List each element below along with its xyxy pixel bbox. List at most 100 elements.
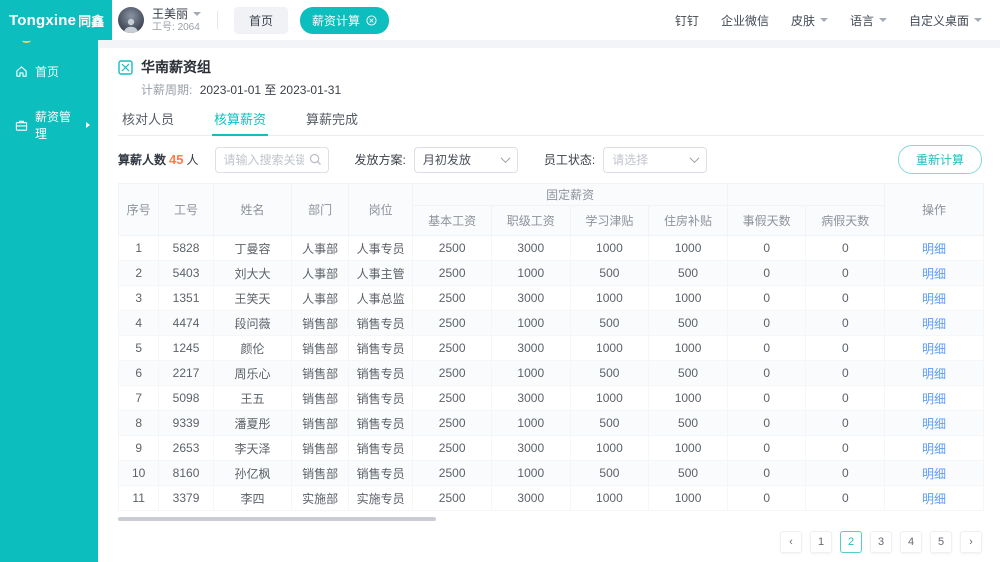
detail-link[interactable]: 明细 [922,267,946,281]
plan-select-value: 月初发放 [423,151,471,168]
chevron-down-icon [193,12,201,16]
tab-算薪完成[interactable]: 算薪完成 [304,104,360,135]
plan-select[interactable]: 月初发放 [414,147,518,173]
search-icon[interactable] [309,153,322,166]
col-header: 病假天数 [806,206,885,236]
close-circle-icon[interactable] [366,15,377,26]
page-header: 华南薪资组 [118,58,984,76]
table-cell: 人事主管 [348,261,413,286]
pagination: ‹ 12345 › [118,531,984,553]
horizontal-scrollbar[interactable] [118,517,984,521]
brand-logo: Tongxine 同鑫 [0,0,112,40]
table-row: 15828丁曼容人事部人事专员250030001000100000明细 [119,236,984,261]
table-cell: 2500 [413,236,492,261]
table-cell: 实施专员 [348,486,413,511]
table-cell: 1000 [570,236,649,261]
tab-核算薪资[interactable]: 核算薪资 [212,104,268,135]
sidebar-item-label: 首页 [35,63,59,80]
col-header: 职级工资 [491,206,570,236]
scrollbar-thumb[interactable] [118,517,436,521]
table-cell: 颜伦 [213,336,292,361]
pagination-page-3[interactable]: 3 [870,531,892,553]
table-row: 25403刘大大人事部人事主管2500100050050000明细 [119,261,984,286]
topbar: 王美丽 工号: 2064 首页 薪资计算 钉钉 企业微信 皮肤 语言 自定义桌面 [112,0,1000,40]
detail-link[interactable]: 明细 [922,292,946,306]
tab-核对人员[interactable]: 核对人员 [120,104,176,135]
table-cell: 500 [570,361,649,386]
table-cell: 2653 [159,436,213,461]
table-cell: 1351 [159,286,213,311]
table-cell: 4474 [159,311,213,336]
table-cell: 1000 [570,486,649,511]
table-cell: 0 [806,261,885,286]
detail-link[interactable]: 明细 [922,492,946,506]
table-row: 113379李四实施部实施专员250030001000100000明细 [119,486,984,511]
table-cell: 8 [119,411,159,436]
recalculate-button[interactable]: 重新计算 [898,145,982,174]
brand-smile-icon [22,38,31,43]
detail-link[interactable]: 明细 [922,242,946,256]
pagination-page-4[interactable]: 4 [900,531,922,553]
pagination-page-1[interactable]: 1 [810,531,832,553]
sidebar: 首页薪资管理 [0,0,98,562]
col-header: 学习津贴 [570,206,649,236]
sidebar-item-home[interactable]: 首页 [0,54,98,89]
status-select[interactable]: 请选择 [603,147,707,173]
col-header: 操作 [885,184,984,236]
table-cell: 销售部 [292,361,348,386]
table-cell: 2500 [413,386,492,411]
topbar-link-label: 企业微信 [721,12,769,29]
table-cell: 0 [727,311,806,336]
table-cell: 3000 [491,486,570,511]
table-row: 31351王笑天人事部人事总监250030001000100000明细 [119,286,984,311]
col-header: 姓名 [213,184,292,236]
table-cell-action: 明细 [885,411,984,436]
table-cell: 1000 [570,386,649,411]
home-icon [15,65,28,78]
table-cell-action: 明细 [885,386,984,411]
topbar-link[interactable]: 自定义桌面 [909,12,982,29]
pagination-page-5[interactable]: 5 [930,531,952,553]
pagination-page-2[interactable]: 2 [840,531,862,553]
table-cell: 500 [570,311,649,336]
table-cell: 2 [119,261,159,286]
avatar[interactable] [118,7,144,33]
table-cell: 2500 [413,336,492,361]
topbar-link-label: 语言 [850,12,874,29]
detail-link[interactable]: 明细 [922,367,946,381]
table-cell-action: 明细 [885,311,984,336]
brand-logo-text-en: Tongxine [9,12,76,29]
topbar-link[interactable]: 皮肤 [791,12,828,29]
table-cell: 0 [806,386,885,411]
detail-link[interactable]: 明细 [922,417,946,431]
table-cell: 1000 [649,286,728,311]
table-cell: 孙亿枫 [213,461,292,486]
detail-link[interactable]: 明细 [922,467,946,481]
table-cell: 1000 [491,261,570,286]
col-header: 基本工资 [413,206,492,236]
detail-link[interactable]: 明细 [922,317,946,331]
table-cell: 1000 [491,311,570,336]
user-info[interactable]: 王美丽 工号: 2064 [152,8,201,33]
detail-link[interactable]: 明细 [922,392,946,406]
pagination-prev-button[interactable]: ‹ [780,531,802,553]
table-cell: 销售部 [292,336,348,361]
col-header: 部门 [292,184,348,236]
person-icon [122,17,140,33]
topbar-link[interactable]: 企业微信 [721,12,769,29]
table-cell: 3000 [491,286,570,311]
table-cell: 3000 [491,236,570,261]
salary-calc-tab-button[interactable]: 薪资计算 [300,7,389,34]
detail-link[interactable]: 明细 [922,442,946,456]
table-cell: 500 [649,311,728,336]
topbar-link[interactable]: 语言 [850,12,887,29]
topbar-link[interactable]: 钉钉 [675,12,699,29]
count-unit: 人 [186,151,198,168]
table-cell: 2500 [413,461,492,486]
home-tab-button[interactable]: 首页 [234,7,288,34]
table-cell: 0 [806,361,885,386]
pagination-next-button[interactable]: › [960,531,982,553]
detail-link[interactable]: 明细 [922,342,946,356]
table-cell-action: 明细 [885,236,984,261]
sidebar-item-salary-management[interactable]: 薪资管理 [0,99,98,151]
